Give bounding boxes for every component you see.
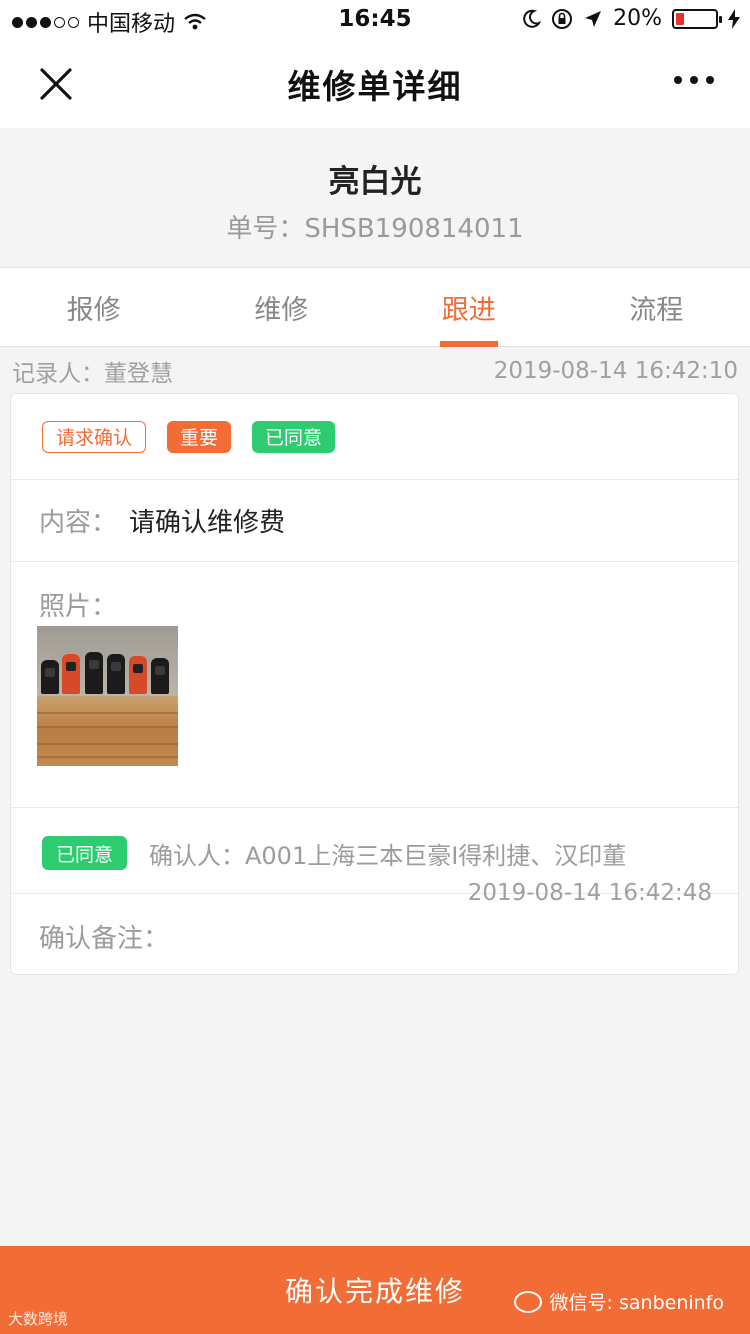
tab-bar: 报修 维修 跟进 流程 (0, 267, 750, 347)
tab-repair[interactable]: 维修 (188, 268, 376, 346)
confirm-row: 已同意 确认人：A001上海三本巨豪I得利捷、汉印董 2019-08-14 16… (11, 808, 738, 906)
moon-icon (523, 9, 542, 28)
content-label: 内容： (39, 508, 118, 538)
request-confirm-tag: 请求确认 (42, 420, 147, 453)
agreed-tag: 已同意 (252, 420, 336, 453)
record-timestamp: 2019-08-14 16:42:10 (493, 358, 738, 384)
page-title: 维修单详细 (287, 67, 463, 106)
battery-icon (672, 8, 722, 29)
rotation-lock-icon (552, 8, 573, 29)
photo-row: 照片： (11, 562, 738, 808)
order-header: 亮白光 单号：SHSB190814011 (0, 128, 750, 267)
photo-thumbnail[interactable] (37, 626, 178, 766)
important-tag: 重要 (167, 420, 232, 453)
tab-report[interactable]: 报修 (0, 268, 188, 346)
recorder: 记录人：董登慧 (12, 361, 173, 387)
more-icon[interactable] (674, 76, 714, 84)
order-number: 单号：SHSB190814011 (226, 214, 524, 244)
watermark-left: 大数跨境 (8, 1310, 69, 1328)
tab-process[interactable]: 流程 (563, 268, 750, 346)
watermark-right: 微信号: sanbeninfo (513, 1288, 724, 1315)
nav-bar: 维修单详细 (0, 40, 750, 128)
remark-row: 确认备注： (11, 894, 738, 974)
content-row: 内容： 请确认维修费 (11, 480, 738, 562)
location-arrow-icon (585, 10, 602, 27)
confirmer: 确认人：A001上海三本巨豪I得利捷、汉印董 (149, 842, 627, 870)
tags-row: 请求确认 重要 已同意 (11, 394, 738, 480)
remark-label: 确认备注： (39, 924, 170, 954)
battery-percent: 20% (613, 6, 662, 31)
confirm-status-tag: 已同意 (42, 836, 128, 870)
wechat-id: 微信号: sanbeninfo (549, 1292, 724, 1314)
charging-bolt-icon (728, 8, 740, 29)
tab-follow-up[interactable]: 跟进 (375, 268, 563, 346)
record-meta: 记录人：董登慧 2019-08-14 16:42:10 (12, 354, 738, 388)
status-bar: 中国移动 16:45 20% (0, 0, 750, 40)
follow-up-card: 请求确认 重要 已同意 内容： 请确认维修费 照片： 已同意 确认人：A001上… (10, 393, 739, 975)
close-icon[interactable] (38, 66, 74, 102)
photo-label: 照片： (39, 592, 118, 622)
battery-level (676, 12, 684, 25)
content-value: 请确认维修费 (129, 508, 286, 538)
wechat-icon (513, 1290, 542, 1313)
order-title: 亮白光 (328, 164, 422, 200)
status-right: 20% (521, 6, 740, 31)
